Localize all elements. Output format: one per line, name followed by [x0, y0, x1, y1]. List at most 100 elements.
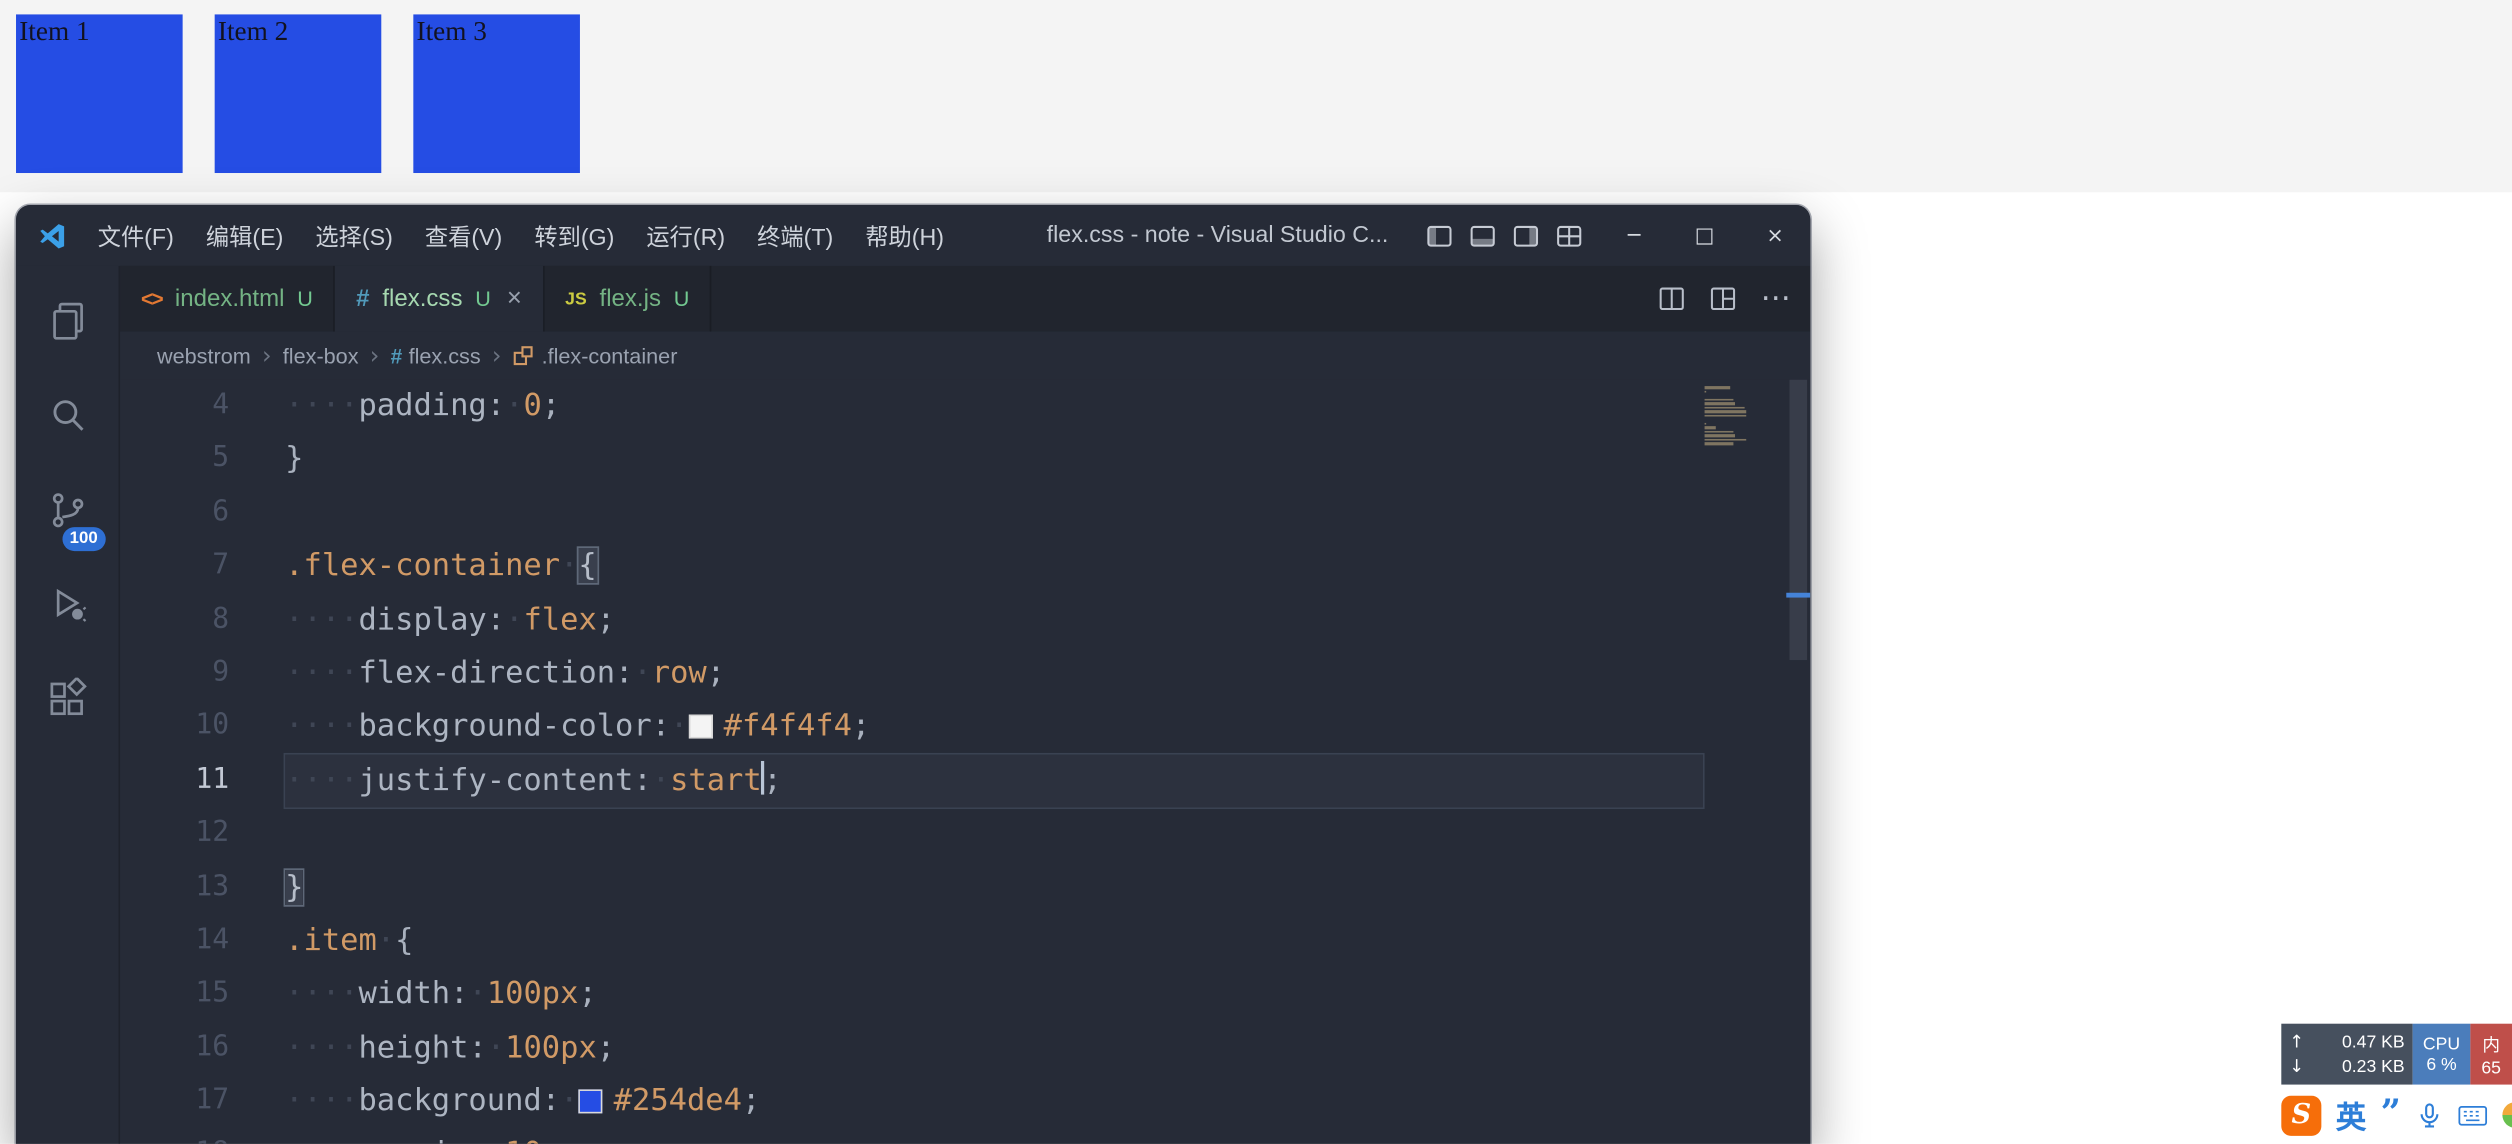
- source-control-icon[interactable]: 100: [16, 463, 119, 558]
- code-line[interactable]: 18····margin:·10px;: [120, 1129, 1810, 1144]
- flex-item-3: Item 3: [413, 14, 580, 173]
- code-line[interactable]: 11····justify-content:·start;: [120, 754, 1810, 807]
- code-line[interactable]: 6: [120, 487, 1810, 540]
- code-line[interactable]: 14.item·{: [120, 915, 1810, 968]
- minimize-button[interactable]: ─: [1599, 205, 1669, 266]
- code-line[interactable]: 12: [120, 808, 1810, 861]
- code-line[interactable]: 5}: [120, 433, 1810, 486]
- network-speed: ↑ 0.47 KB ↓ 0.23 KB: [2281, 1024, 2412, 1085]
- cpu-value: 6 %: [2426, 1055, 2456, 1074]
- activity-bar: 100: [16, 266, 120, 1144]
- line-number[interactable]: 7: [120, 540, 229, 594]
- explorer-icon[interactable]: [16, 274, 119, 369]
- menu-terminal[interactable]: 终端(T): [741, 205, 849, 266]
- breadcrumb-item-file[interactable]: # flex.css: [391, 344, 481, 368]
- code-line[interactable]: 4····padding:·0;: [120, 380, 1810, 433]
- line-number[interactable]: 17: [120, 1075, 229, 1129]
- menu-go[interactable]: 转到(G): [518, 205, 630, 266]
- line-number[interactable]: 14: [120, 915, 229, 969]
- overview-ruler-cursor: [1786, 593, 1810, 598]
- code-token: ·: [377, 923, 395, 958]
- line-number[interactable]: 8: [120, 594, 229, 648]
- breadcrumb-item-symbol[interactable]: .flex-container: [513, 344, 678, 368]
- line-number[interactable]: 15: [120, 968, 229, 1022]
- code-token: ·: [487, 1137, 505, 1144]
- keyboard-icon[interactable]: [2457, 1105, 2487, 1126]
- line-number[interactable]: 5: [120, 433, 229, 487]
- upload-speed: 0.47 KB: [2342, 1033, 2405, 1052]
- tab-flex-js[interactable]: JS flex.js U: [544, 266, 712, 332]
- tab-flex-css[interactable]: # flex.css U ×: [335, 266, 544, 332]
- color-swatch[interactable]: [688, 714, 712, 738]
- line-number[interactable]: 4: [120, 380, 229, 434]
- code-line[interactable]: 9····flex-direction:·row;: [120, 647, 1810, 700]
- line-number[interactable]: 11: [120, 754, 229, 808]
- breadcrumb-item-folder[interactable]: flex-box: [283, 344, 359, 368]
- code-token: ;: [763, 762, 781, 797]
- memory-label: 内: [2482, 1031, 2500, 1057]
- upload-icon: ↑: [2289, 1032, 2304, 1053]
- line-number[interactable]: 16: [120, 1022, 229, 1076]
- code-line[interactable]: 17····background:·#254de4;: [120, 1075, 1810, 1128]
- code-token: ····: [285, 709, 358, 744]
- toggle-secondary-sidebar-icon[interactable]: [1512, 222, 1539, 249]
- code-line[interactable]: 7.flex-container·{: [120, 540, 1810, 593]
- chevron-right-icon: ›: [262, 341, 272, 370]
- breadcrumb-item-folder[interactable]: webstrom: [157, 344, 251, 368]
- close-button[interactable]: ×: [1740, 205, 1810, 266]
- code-line[interactable]: 10····background-color:·#f4f4f4;: [120, 701, 1810, 754]
- editor-scrollbar[interactable]: [1786, 380, 1810, 1144]
- browser-preview-strip: Item 1 Item 2 Item 3: [0, 0, 2512, 192]
- line-number[interactable]: 18: [120, 1129, 229, 1144]
- menu-file[interactable]: 文件(F): [82, 205, 190, 266]
- color-swatch[interactable]: [578, 1089, 602, 1113]
- code-line[interactable]: 8····display:·flex;: [120, 594, 1810, 647]
- scrollbar-thumb[interactable]: [1789, 380, 1807, 660]
- code-line[interactable]: 13}: [120, 861, 1810, 914]
- code-token: ;: [578, 976, 596, 1011]
- code-line[interactable]: 16····height:·100px;: [120, 1022, 1810, 1075]
- sogou-logo[interactable]: S: [2281, 1095, 2321, 1135]
- code-line[interactable]: 15····width:·100px;: [120, 968, 1810, 1021]
- line-number[interactable]: 12: [120, 808, 229, 862]
- more-actions-icon[interactable]: ⋯: [1761, 284, 1791, 314]
- search-icon[interactable]: [16, 368, 119, 463]
- code-token: ····: [285, 1030, 358, 1065]
- menu-help[interactable]: 帮助(H): [849, 205, 960, 266]
- menu-edit[interactable]: 编辑(E): [190, 205, 299, 266]
- extensions-icon[interactable]: [16, 652, 119, 747]
- voice-marks-icon[interactable]: ”: [2381, 1107, 2401, 1123]
- line-number[interactable]: 9: [120, 647, 229, 701]
- code-token: ·: [652, 762, 670, 797]
- menu-run[interactable]: 运行(R): [630, 205, 741, 266]
- code-token: #f4f4f4: [724, 709, 852, 744]
- code-editor[interactable]: 4····padding:·0;5}67.flex-container·{8··…: [120, 380, 1810, 1144]
- toolbox-icon[interactable]: [2502, 1102, 2512, 1128]
- toggle-panel-icon[interactable]: [1469, 222, 1496, 249]
- line-number[interactable]: 6: [120, 487, 229, 541]
- code-token: row: [652, 655, 707, 690]
- menu-selection[interactable]: 选择(S): [299, 205, 408, 266]
- split-editor-icon[interactable]: [1658, 285, 1685, 312]
- code-token: ·: [468, 976, 486, 1011]
- tab-index-html[interactable]: <> index.html U: [120, 266, 335, 332]
- system-monitor[interactable]: ↑ 0.47 KB ↓ 0.23 KB CPU 6 % 内 65: [2281, 1024, 2512, 1085]
- close-tab-icon[interactable]: ×: [507, 284, 522, 313]
- code-token: ;: [578, 1137, 596, 1144]
- scm-badge: 100: [62, 526, 105, 551]
- maximize-button[interactable]: □: [1669, 205, 1739, 266]
- menu-view[interactable]: 查看(V): [409, 205, 518, 266]
- line-number[interactable]: 10: [120, 701, 229, 755]
- run-debug-icon[interactable]: [16, 558, 119, 653]
- line-number[interactable]: 13: [120, 861, 229, 915]
- toggle-primary-sidebar-icon[interactable]: [1426, 222, 1453, 249]
- editor-actions: ⋯: [1658, 266, 1791, 332]
- editor-layout-icon[interactable]: [1709, 285, 1736, 312]
- minimap[interactable]: [1705, 386, 1753, 446]
- code-token: padding: [358, 388, 486, 423]
- ime-language-mode[interactable]: 英: [2336, 1093, 2366, 1136]
- customize-layout-icon[interactable]: [1556, 222, 1583, 249]
- code-token: start: [670, 762, 762, 797]
- microphone-icon[interactable]: [2415, 1101, 2442, 1128]
- code-token: justify-content: [358, 762, 633, 797]
